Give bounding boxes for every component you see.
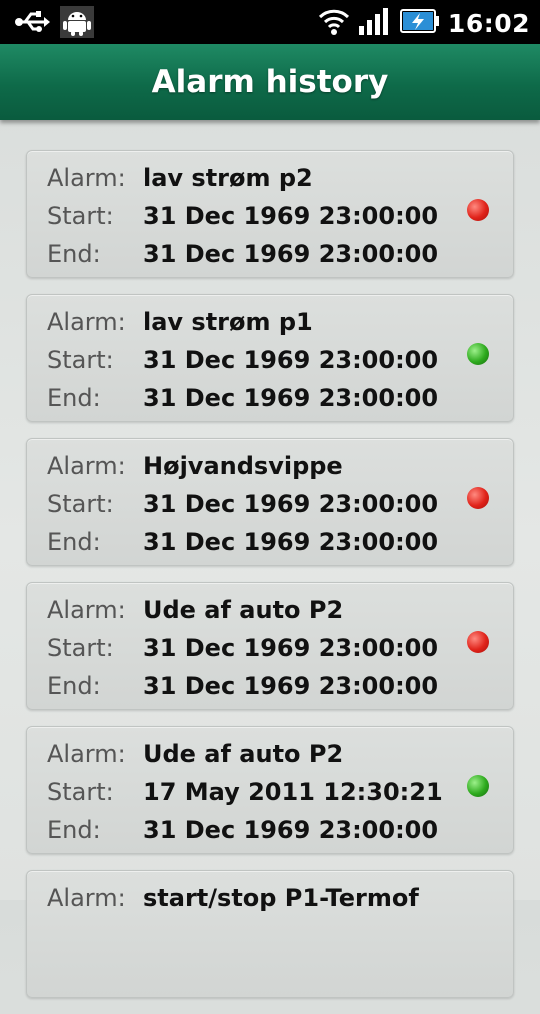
- end-label: End:: [47, 528, 101, 556]
- status-red-icon: [467, 487, 489, 509]
- status-red-icon: [467, 199, 489, 221]
- alarm-start: 31 Dec 1969 23:00:00: [143, 202, 439, 230]
- signal-icon: [358, 6, 392, 40]
- alarm-label: Alarm:: [47, 740, 126, 768]
- alarm-label: Alarm:: [47, 452, 126, 480]
- alarm-end: 31 Dec 1969 23:00:00: [143, 528, 439, 556]
- alarm-card[interactable]: Alarm: Ude af auto P2 Start: 31 Dec 1969 2…: [26, 582, 514, 710]
- end-label: End:: [47, 240, 101, 268]
- alarm-end: 31 Dec 1969 23:00:00: [143, 240, 439, 268]
- alarm-label: Alarm:: [47, 308, 126, 336]
- android-icon[interactable]: [60, 6, 94, 42]
- start-label: Start:: [47, 202, 114, 230]
- clock: 16:02: [447, 8, 530, 38]
- alarm-card[interactable]: Alarm: start/stop P1-Termof: [26, 870, 514, 998]
- alarm-card[interactable]: Alarm: Højvandsvippe Start: 31 Dec 1969 23…: [26, 438, 514, 566]
- start-label: Start:: [47, 490, 114, 518]
- alarm-name: Ude af auto P2: [143, 740, 344, 768]
- alarm-list[interactable]: Alarm: lav strøm p2 Start: 31 Dec 1969 23:…: [26, 150, 514, 1014]
- alarm-start: 17 May 2011 12:30:21: [143, 778, 443, 806]
- alarm-name: Højvandsvippe: [143, 452, 343, 480]
- alarm-end: 31 Dec 1969 23:00:00: [143, 384, 439, 412]
- alarm-name: start/stop P1-Termof: [143, 884, 419, 912]
- status-green-icon: [467, 775, 489, 797]
- alarm-card[interactable]: Alarm: Ude af auto P2 Start: 17 May 2011 1…: [26, 726, 514, 854]
- title-bar: Alarm history: [0, 44, 540, 120]
- battery-charging-icon: [399, 6, 440, 40]
- status-green-icon: [467, 343, 489, 365]
- alarm-name: lav strøm p1: [143, 308, 313, 336]
- alarm-label: Alarm:: [47, 164, 126, 192]
- alarm-card[interactable]: Alarm: lav strøm p1 Start: 31 Dec 1969 23:…: [26, 294, 514, 422]
- status-bar: 16:02: [0, 0, 540, 44]
- alarm-label: Alarm:: [47, 884, 126, 912]
- end-label: End:: [47, 672, 101, 700]
- page-title: Alarm history: [151, 64, 389, 100]
- end-label: End:: [47, 816, 101, 844]
- end-label: End:: [47, 384, 101, 412]
- alarm-name: Ude af auto P2: [143, 596, 344, 624]
- alarm-label: Alarm:: [47, 596, 126, 624]
- status-red-icon: [467, 631, 489, 653]
- alarm-end: 31 Dec 1969 23:00:00: [143, 816, 439, 844]
- alarm-start: 31 Dec 1969 23:00:00: [143, 346, 439, 374]
- alarm-end: 31 Dec 1969 23:00:00: [143, 672, 439, 700]
- alarm-start: 31 Dec 1969 23:00:00: [143, 634, 439, 662]
- start-label: Start:: [47, 634, 114, 662]
- usb-icon: [14, 7, 50, 41]
- alarm-name: lav strøm p2: [143, 164, 313, 192]
- start-label: Start:: [47, 346, 114, 374]
- alarm-card[interactable]: Alarm: lav strøm p2 Start: 31 Dec 1969 23:…: [26, 150, 514, 278]
- start-label: Start:: [47, 778, 114, 806]
- alarm-start: 31 Dec 1969 23:00:00: [143, 490, 439, 518]
- wifi-icon: [318, 6, 350, 40]
